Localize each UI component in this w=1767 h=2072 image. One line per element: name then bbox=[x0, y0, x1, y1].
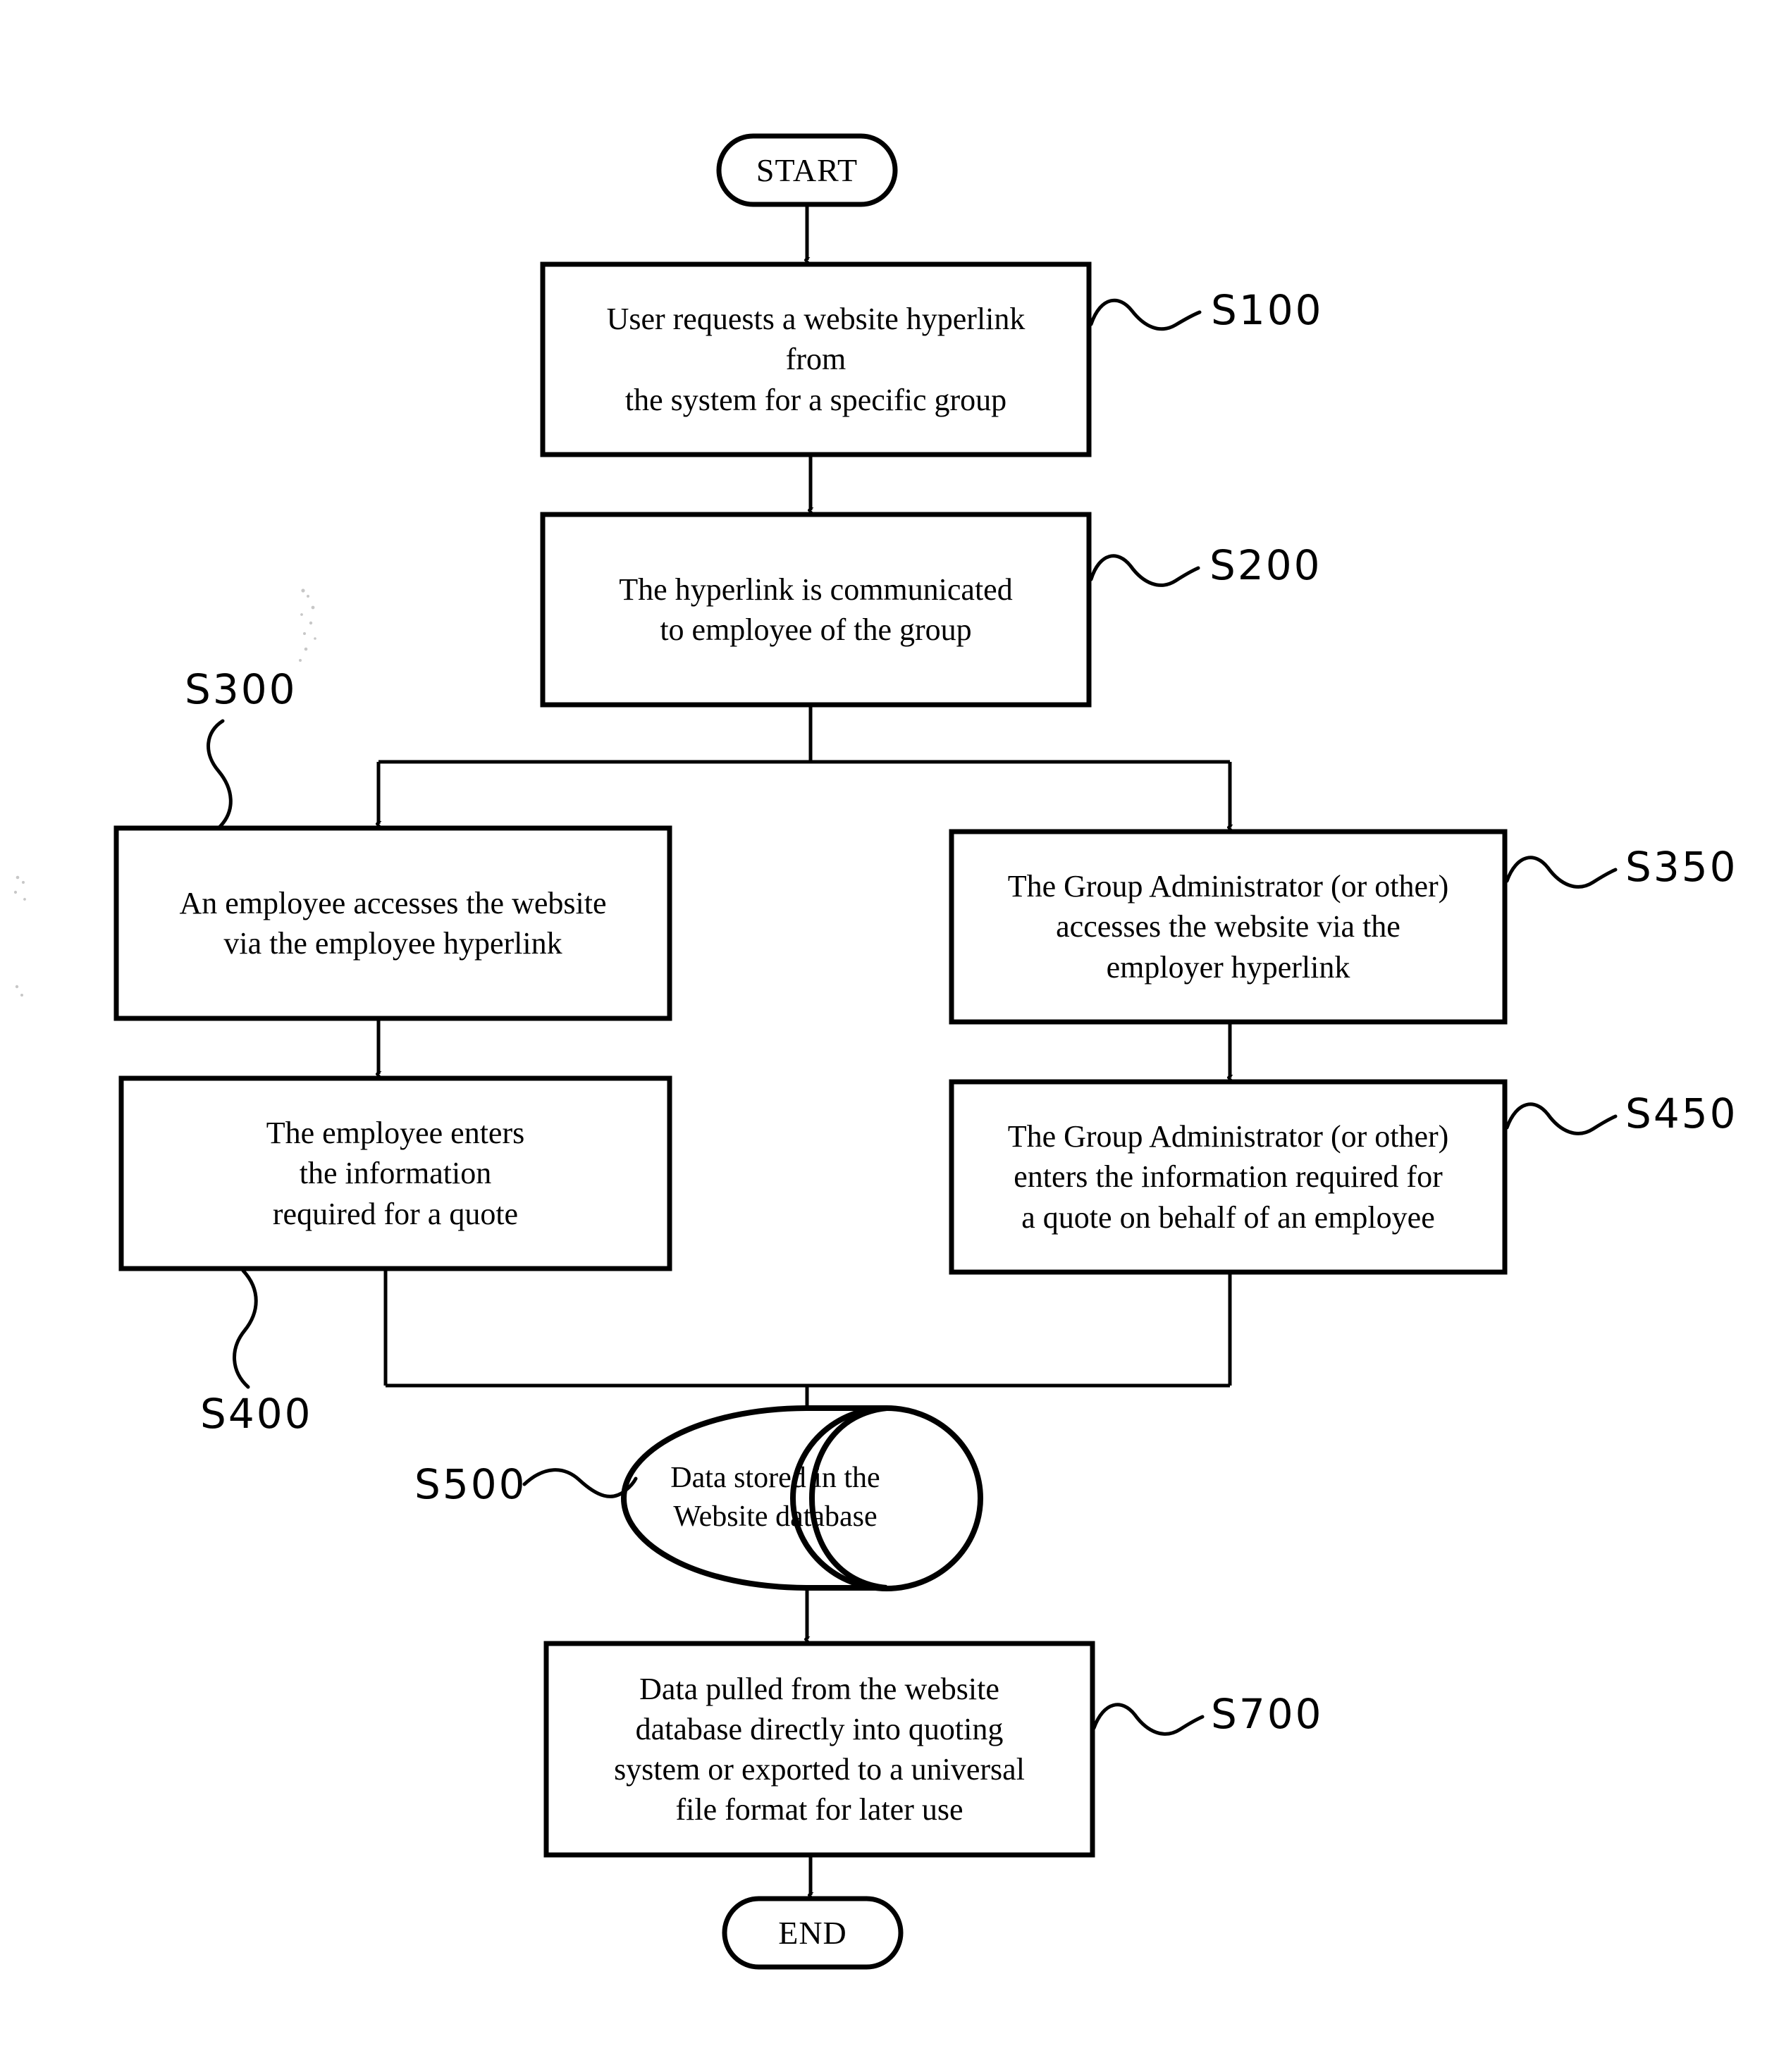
leader-line-s100 bbox=[1089, 298, 1202, 331]
step-label-s200: S200 bbox=[1209, 541, 1322, 589]
node-s350-shape bbox=[949, 829, 1508, 1025]
step-label-s350: S350 bbox=[1625, 843, 1738, 891]
leader-line-s350 bbox=[1505, 856, 1618, 889]
node-s400-shape bbox=[118, 1075, 672, 1271]
node-s500-body bbox=[620, 1405, 820, 1591]
step-label-s100: S100 bbox=[1211, 286, 1324, 334]
leader-line-s300 bbox=[207, 719, 233, 830]
step-label-s400: S400 bbox=[200, 1390, 313, 1438]
step-label-s450: S450 bbox=[1625, 1090, 1738, 1137]
step-label-s500: S500 bbox=[414, 1460, 527, 1508]
node-s450-shape bbox=[949, 1079, 1508, 1275]
leader-line-s200 bbox=[1089, 554, 1200, 587]
leader-line-s700 bbox=[1092, 1703, 1205, 1736]
node-s700-shape bbox=[543, 1641, 1095, 1858]
node-end-shape bbox=[722, 1896, 904, 1970]
leader-line-s450 bbox=[1505, 1102, 1618, 1135]
step-label-s700: S700 bbox=[1211, 1690, 1324, 1738]
node-s500-end-cap bbox=[790, 1405, 983, 1591]
node-s300-shape bbox=[113, 825, 672, 1021]
node-s100-shape bbox=[540, 261, 1092, 457]
node-start-shape bbox=[716, 133, 898, 207]
node-s200-shape bbox=[540, 512, 1092, 708]
leader-line-s400 bbox=[233, 1269, 258, 1389]
step-label-s300: S300 bbox=[185, 665, 297, 713]
flowchart-canvas bbox=[13, 133, 1618, 1970]
leader-line-s500 bbox=[522, 1468, 638, 1498]
